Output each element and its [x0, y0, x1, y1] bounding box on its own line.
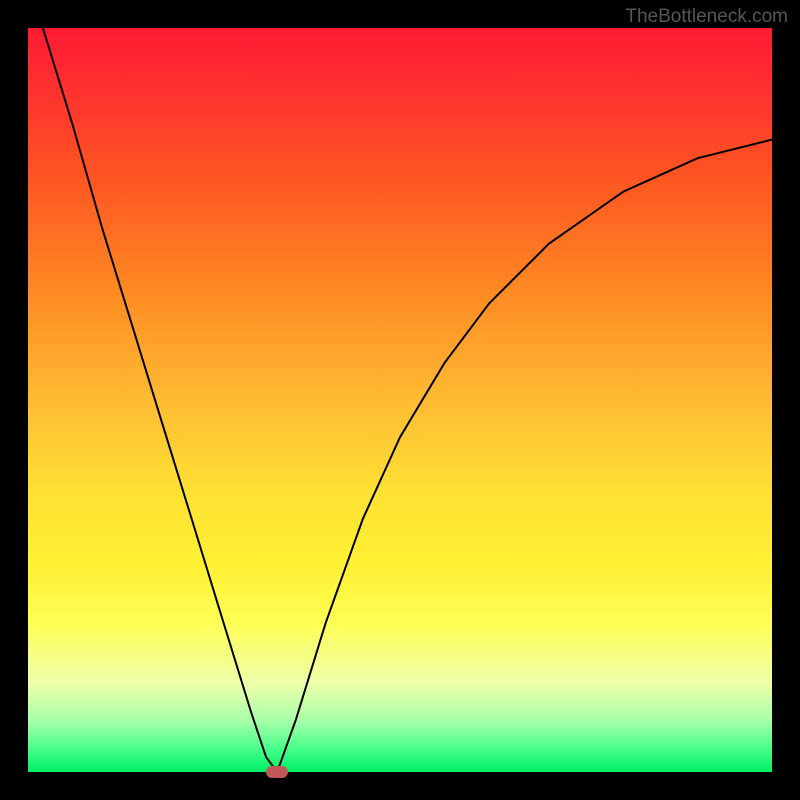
chart-curves — [28, 28, 772, 772]
curve-right-branch — [277, 140, 772, 772]
chart-plot-area — [28, 28, 772, 772]
watermark-text: TheBottleneck.com — [625, 6, 788, 28]
minimum-marker — [266, 766, 288, 778]
curve-left-branch — [43, 28, 277, 772]
